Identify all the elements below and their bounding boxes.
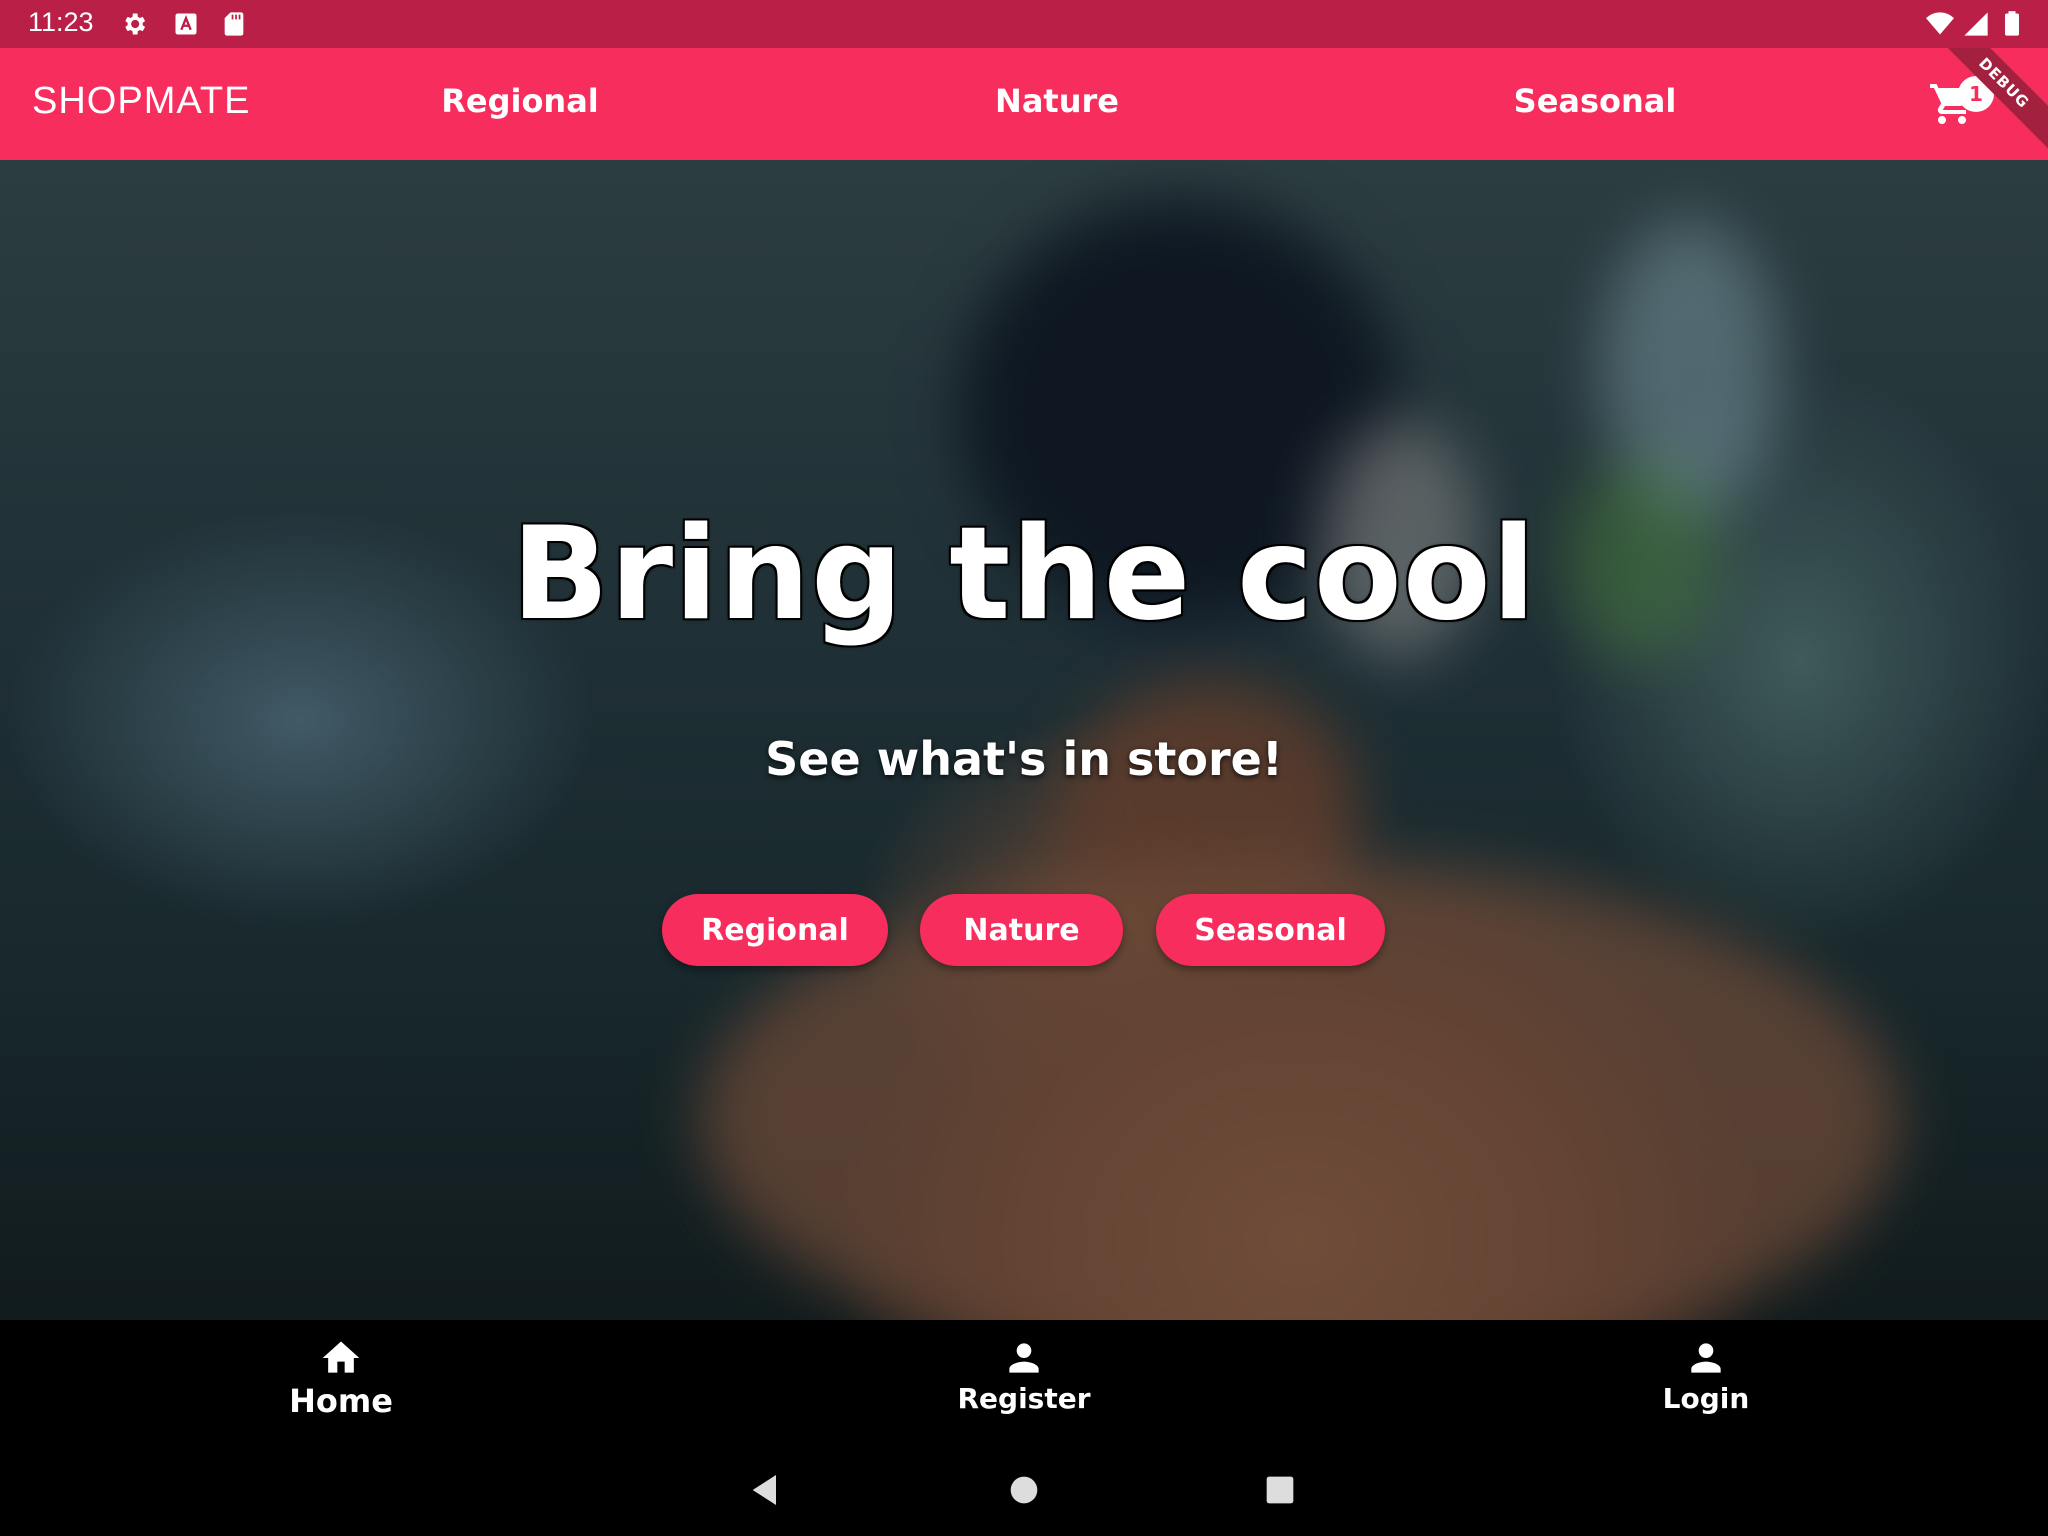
hero-button-seasonal[interactable]: Seasonal [1156, 894, 1385, 966]
cell-signal-icon [1962, 10, 1990, 38]
tab-nature[interactable]: Nature [995, 82, 1119, 120]
bottom-nav-login[interactable]: Login [1556, 1320, 1856, 1442]
back-icon[interactable] [746, 1470, 786, 1510]
person-icon [1009, 1343, 1039, 1373]
bottom-nav-register[interactable]: Register [874, 1320, 1174, 1442]
home-circle-icon[interactable] [1004, 1470, 1044, 1510]
tab-regional[interactable]: Regional [441, 82, 599, 120]
hero-button-nature[interactable]: Nature [920, 894, 1123, 966]
bottom-nav-label: Register [957, 1382, 1091, 1415]
app-bar: SHOPMATE Regional Nature Seasonal 1 DEBU… [0, 48, 2048, 160]
cart-button[interactable]: 1 [1928, 76, 1994, 132]
bottom-nav-label: Login [1662, 1382, 1750, 1415]
status-bar: 11:23 [0, 0, 2048, 48]
bottom-nav-label: Home [289, 1382, 393, 1420]
tab-seasonal[interactable]: Seasonal [1514, 82, 1677, 120]
sd-card-icon [220, 10, 248, 38]
hero-banner: Bring the cool See what's in store! Regi… [0, 160, 2048, 1320]
a-keyboard-icon [172, 10, 200, 38]
recents-icon[interactable] [1260, 1470, 1300, 1510]
bottom-navigation: Home Register Login [0, 1320, 2048, 1442]
wifi-icon [1926, 10, 1954, 38]
battery-icon [1998, 10, 2026, 38]
bottom-nav-home[interactable]: Home [191, 1320, 491, 1442]
settings-icon [120, 10, 148, 38]
home-icon [322, 1341, 360, 1373]
hero-title: Bring the cool [511, 500, 1537, 649]
status-time: 11:23 [28, 7, 94, 37]
hero-subtitle: See what's in store! [765, 732, 1283, 786]
hero-button-regional[interactable]: Regional [662, 894, 888, 966]
system-navigation-bar [0, 1442, 2048, 1536]
person-icon [1691, 1343, 1721, 1373]
brand-title[interactable]: SHOPMATE [32, 80, 250, 123]
